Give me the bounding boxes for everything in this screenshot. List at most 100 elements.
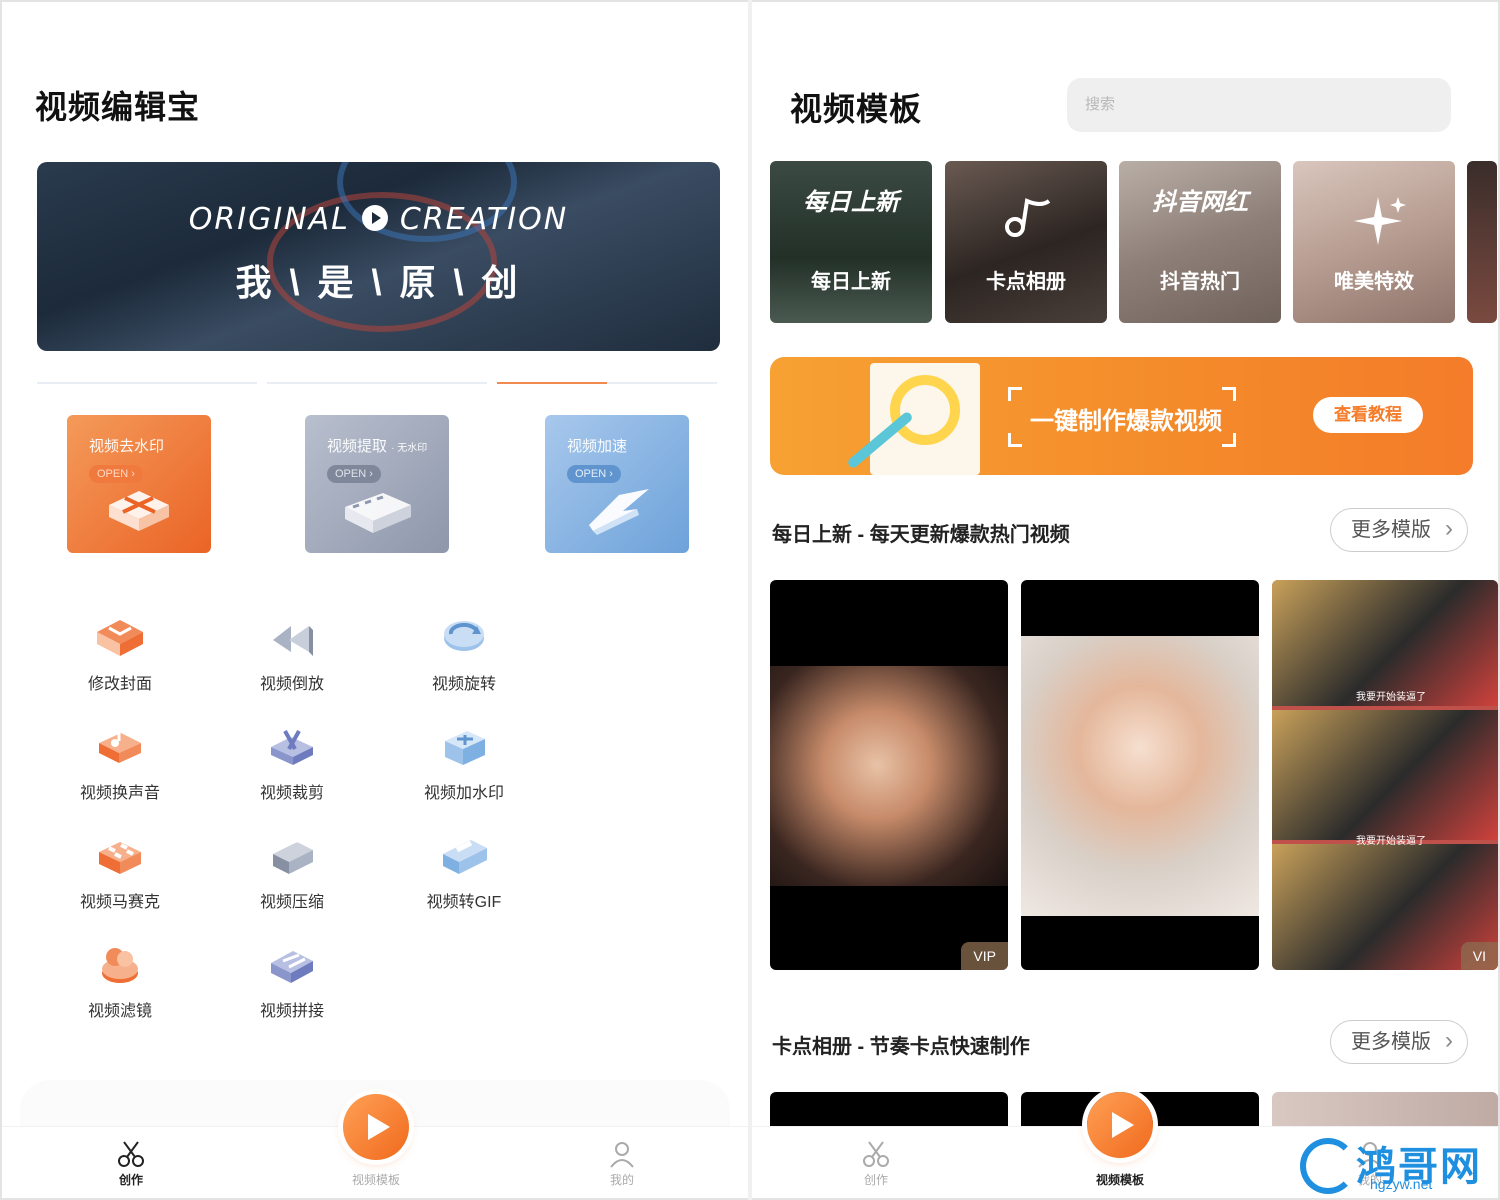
watermark-url: hgzyw.net (1370, 1176, 1433, 1192)
tool-label: 视频拼接 (259, 1003, 324, 1020)
templates-fab-icon[interactable] (1087, 1092, 1153, 1158)
splice-icon (271, 951, 313, 983)
section-title: 卡点相册 - 节奏卡点快速制作 (772, 1036, 1030, 1058)
grid-icon (109, 491, 169, 531)
view-tutorial-button[interactable]: 查看教程 (1313, 397, 1423, 433)
page-title: 视频模板 (790, 91, 923, 127)
mosaic-icon (99, 842, 141, 874)
template-thumbnail[interactable]: VIP (770, 580, 1008, 970)
tool-compress[interactable]: 视频压缩 (227, 832, 357, 912)
carousel-indicator-active (497, 382, 607, 384)
tool-change-audio[interactable]: 视频换声音 (55, 723, 185, 803)
tool-rotate[interactable]: 视频旋转 (399, 614, 529, 694)
promo-text: 一键制作爆款视频 (1030, 408, 1222, 435)
bracket-corner (1222, 387, 1236, 401)
banner-headline: ORIGINAL CREATION (37, 202, 720, 237)
category-partial[interactable] (1467, 161, 1497, 323)
speed-up-card[interactable]: 视频加速 OPEN › (545, 415, 689, 553)
user-icon (610, 1142, 634, 1168)
category-douyin-hot[interactable]: 抖音网红 抖音热门 (1119, 161, 1281, 323)
nav-mine[interactable]: 我的 (582, 1139, 662, 1188)
category-daily-new[interactable]: 每日上新 每日上新 (770, 161, 932, 323)
thumbnail-caption: 我要开始装逼了 (1356, 692, 1426, 703)
tool-add-watermark[interactable]: 视频加水印 (399, 723, 529, 803)
nav-label: 创作 (118, 1173, 143, 1187)
vip-badge: VI (1460, 942, 1498, 970)
search-input[interactable]: 搜索 (1067, 78, 1451, 132)
bracket-corner (1008, 433, 1022, 447)
tool-label: 视频裁剪 (259, 785, 324, 802)
rotate-icon (444, 621, 484, 651)
templates-screen: 视频模板 搜索 每日上新 每日上新 卡点相册 抖音网红 抖音热门 唯美特效 一键… (752, 2, 1498, 1198)
scissors-icon (118, 1141, 144, 1167)
templates-fab-icon[interactable] (343, 1094, 409, 1160)
more-templates-button[interactable]: 更多模版 (1330, 508, 1468, 552)
category-aesthetic-effects[interactable]: 唯美特效 (1293, 161, 1455, 323)
watermark-logo-icon (1300, 1138, 1356, 1194)
play-icon (361, 204, 388, 231)
nav-create[interactable]: 创作 (91, 1139, 171, 1188)
tool-filter[interactable]: 视频滤镜 (55, 941, 185, 1021)
nav-label: 创作 (863, 1173, 888, 1187)
card-title: 视频提取 (327, 438, 388, 455)
banner[interactable]: ORIGINAL CREATION 我 \ 是 \ 原 \ 创 (37, 162, 720, 351)
rewind-icon (273, 626, 313, 656)
thumbnail-image (770, 666, 1008, 886)
tool-crop[interactable]: 视频裁剪 (227, 723, 357, 803)
card-title: 视频去水印 (89, 438, 165, 455)
film-icon (345, 493, 411, 533)
nav-create[interactable]: 创作 (836, 1139, 916, 1188)
extract-video-card[interactable]: 视频提取 · 无水印 OPEN › (305, 415, 449, 553)
open-badge: OPEN › (327, 465, 381, 483)
sparkle-icon (1354, 197, 1406, 245)
create-screen: 视频编辑宝 ORIGINAL CREATION 我 \ 是 \ 原 \ 创 视频去… (2, 2, 748, 1198)
category-label: 抖音热门 (1160, 271, 1240, 293)
lightning-icon (589, 489, 649, 535)
banner-word-right: CREATION (399, 202, 569, 237)
nav-label: 视频模板 (1095, 1173, 1144, 1187)
filter-icon (102, 948, 138, 983)
cover-icon (97, 620, 143, 656)
tool-mosaic[interactable]: 视频马赛克 (55, 832, 185, 912)
card-subtitle: · 无水印 (391, 443, 428, 454)
tool-label: 修改封面 (87, 676, 152, 693)
scissors-icon (271, 730, 313, 765)
carousel-indicator (37, 382, 257, 384)
thumbnail-caption: 我要开始装逼了 (1356, 836, 1426, 847)
tool-reverse[interactable]: 视频倒放 (227, 614, 357, 694)
category-art-text: 每日上新 (803, 189, 899, 216)
nav-label: 我的 (609, 1173, 634, 1187)
magnifier-icon (890, 375, 960, 445)
carousel-indicator (267, 382, 487, 384)
promo-banner[interactable]: 一键制作爆款视频 查看教程 (770, 357, 1473, 475)
tool-label: 视频倒放 (259, 676, 324, 693)
template-thumbnail[interactable] (1021, 580, 1259, 970)
remove-watermark-card[interactable]: 视频去水印 OPEN › (67, 415, 211, 553)
tool-label: 视频换声音 (79, 785, 160, 802)
carousel-indicator (607, 382, 717, 384)
banner-word-left: ORIGINAL (188, 202, 350, 237)
compress-icon (273, 833, 313, 874)
tool-label: 视频压缩 (259, 894, 324, 911)
more-templates-button[interactable]: 更多模版 (1330, 1020, 1468, 1064)
tool-label: 视频转GIF (426, 894, 502, 911)
vip-badge: VIP (961, 942, 1008, 970)
thumbnail-frame (1272, 710, 1498, 840)
template-thumbnail[interactable]: 我要开始装逼了 我要开始装逼了 VI (1272, 580, 1498, 970)
open-badge: OPEN › (89, 465, 143, 483)
tool-change-cover[interactable]: 修改封面 (55, 614, 185, 694)
banner-subtitle: 我 \ 是 \ 原 \ 创 (235, 262, 522, 303)
category-beat-album[interactable]: 卡点相册 (945, 161, 1107, 323)
site-watermark: 鸿哥网 hgzyw.net (1300, 1132, 1495, 1196)
tool-splice[interactable]: 视频拼接 (227, 941, 357, 1021)
music-note-icon (1005, 198, 1051, 237)
open-badge: OPEN › (567, 465, 621, 483)
audio-icon (99, 733, 141, 763)
category-label: 每日上新 (811, 271, 891, 293)
tool-to-gif[interactable]: 视频转GIF (399, 832, 529, 912)
tool-label: 视频旋转 (431, 676, 496, 693)
category-label: 唯美特效 (1334, 271, 1414, 293)
thumbnail-image (1021, 636, 1259, 916)
card-title: 视频加速 (567, 438, 628, 455)
category-label: 卡点相册 (986, 271, 1066, 293)
